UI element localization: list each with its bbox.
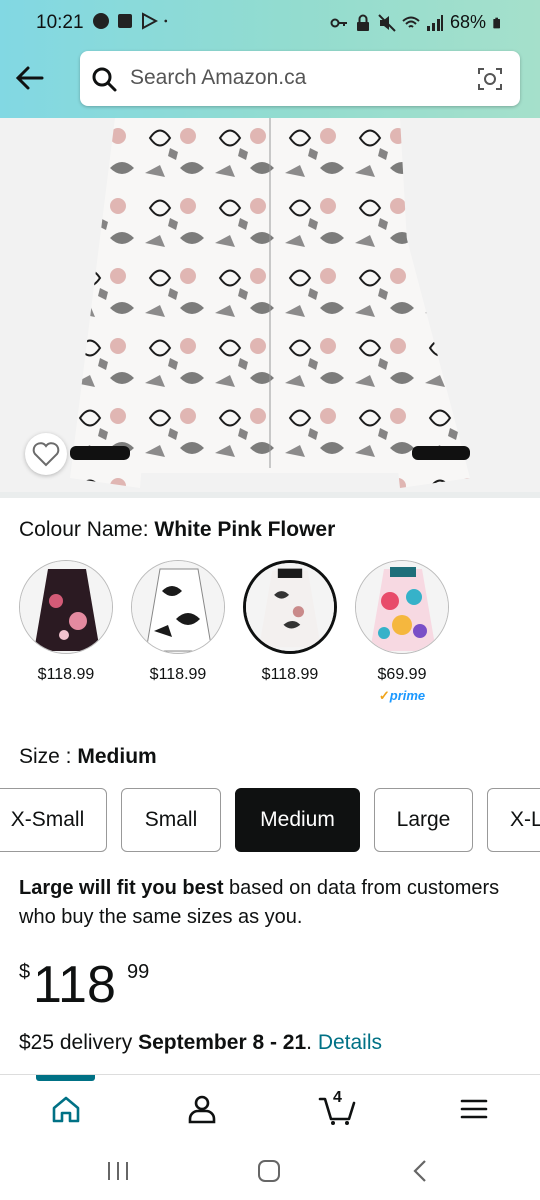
- size-option-medium[interactable]: Medium: [235, 788, 360, 852]
- size-option-x-small[interactable]: X-Small: [0, 788, 107, 852]
- size-value: Medium: [77, 745, 157, 768]
- colour-name-row: Colour Name: White Pink Flower: [19, 518, 335, 542]
- size-option-small[interactable]: Small: [121, 788, 221, 852]
- delivery-details-link[interactable]: Details: [318, 1031, 382, 1054]
- colour-swatches: $118.99 $118.99 $118.99 $69.99 ✓prime: [19, 560, 539, 710]
- back-arrow-icon[interactable]: [12, 60, 48, 96]
- battery-icon: [493, 17, 500, 28]
- size-option-x-large[interactable]: X-L: [487, 788, 540, 852]
- wifi-icon: [402, 16, 420, 28]
- swatch-image: [131, 560, 225, 654]
- active-tab-indicator: [36, 1075, 95, 1081]
- colour-swatch-4[interactable]: $69.99 ✓prime: [355, 560, 449, 704]
- battery-percent: 68%: [449, 12, 486, 32]
- notification-icons: [92, 12, 172, 30]
- back-button-icon[interactable]: [406, 1156, 436, 1186]
- jacket-image: [0, 118, 540, 492]
- search-icon: [92, 67, 117, 92]
- search-bar[interactable]: Search Amazon.ca: [80, 51, 520, 106]
- bottom-nav: 4: [0, 1074, 540, 1138]
- fit-recommendation-bold: Large will fit you best: [19, 877, 224, 899]
- price-whole: 118: [33, 956, 116, 1014]
- system-navigation-bar: [0, 1138, 540, 1200]
- home-icon[interactable]: [48, 1091, 84, 1127]
- delivery-prefix: $25 delivery: [19, 1031, 139, 1054]
- delivery-info: $25 delivery September 8 - 21. Details: [19, 1031, 382, 1055]
- system-icons: 68%: [330, 12, 504, 33]
- dot-icon: [164, 19, 168, 23]
- colour-value: White Pink Flower: [154, 518, 336, 541]
- colour-swatch-3-selected[interactable]: $118.99: [243, 560, 337, 684]
- account-icon[interactable]: [184, 1091, 220, 1127]
- home-button-icon[interactable]: [254, 1156, 284, 1186]
- recent-apps-icon[interactable]: [103, 1156, 133, 1186]
- menu-icon[interactable]: [456, 1091, 492, 1127]
- swatch-image: [19, 560, 113, 654]
- swatch-price: $118.99: [149, 666, 207, 683]
- lock-icon: [356, 14, 369, 31]
- colour-swatch-1[interactable]: $118.99: [19, 560, 113, 684]
- fit-recommendation: Large will fit you best based on data fr…: [19, 874, 519, 932]
- wishlist-heart-button[interactable]: [25, 433, 67, 475]
- cart-count: 4: [333, 1089, 342, 1106]
- size-options: X-Small Small Medium Large X-L: [0, 788, 540, 852]
- size-option-large[interactable]: Large: [374, 788, 473, 852]
- product-image[interactable]: [0, 118, 540, 492]
- header: 10:21 68% Search Amazon.ca: [0, 0, 540, 118]
- price-fraction: 99: [127, 961, 150, 983]
- price-currency: $: [19, 961, 31, 983]
- status-time: 10:21: [36, 12, 84, 33]
- mute-icon: [378, 13, 396, 32]
- colour-label: Colour Name:: [19, 518, 149, 541]
- swatch-image: [355, 560, 449, 654]
- key-icon: [330, 18, 347, 27]
- heart-icon: [32, 442, 60, 467]
- camera-search-icon[interactable]: [476, 65, 504, 93]
- image-notification-icon: [118, 14, 132, 28]
- search-input[interactable]: Search Amazon.ca: [130, 66, 306, 90]
- swatch-price: $69.99: [377, 666, 427, 683]
- colour-swatch-2[interactable]: $118.99: [131, 560, 225, 684]
- delivery-suffix: .: [306, 1031, 318, 1054]
- app-notification-icon: [93, 13, 109, 29]
- prime-check-icon: ✓: [378, 688, 390, 703]
- delivery-date: September 8 - 21: [138, 1031, 307, 1054]
- prime-badge: ✓prime: [378, 688, 426, 703]
- swatch-price: $118.99: [261, 666, 319, 683]
- status-bar: 10:21 68%: [0, 0, 540, 46]
- play-store-icon: [142, 12, 158, 30]
- signal-icon: [426, 14, 443, 31]
- swatch-price: $118.99: [37, 666, 95, 683]
- size-label: Size :: [19, 745, 72, 768]
- section-divider: [0, 492, 540, 498]
- size-row: Size : Medium: [19, 745, 157, 769]
- swatch-image: [243, 560, 337, 654]
